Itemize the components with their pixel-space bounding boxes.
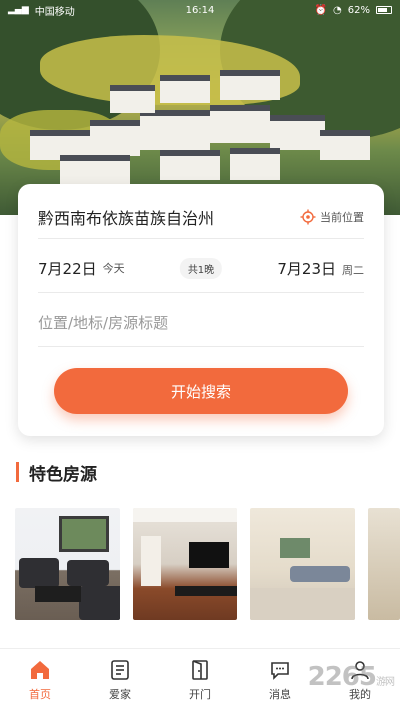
listing-thumbnail[interactable] bbox=[367, 508, 400, 620]
search-card: 黔西南布依族苗族自治州 当前位置 7月22日 今天 共1晚 7月23日 周二 开… bbox=[18, 184, 384, 436]
status-bar: ▂▄▆ 中国移动 16:14 ⏰ ◔ 62% bbox=[0, 0, 400, 20]
check-out-day: 周二 bbox=[342, 263, 364, 277]
home-icon bbox=[31, 661, 49, 679]
nav-home[interactable]: 首页 bbox=[0, 649, 80, 711]
nav-label: 开门 bbox=[189, 688, 211, 701]
nav-favorites[interactable]: 爱家 bbox=[80, 649, 160, 711]
door-icon bbox=[192, 660, 208, 680]
clock: 16:14 bbox=[185, 4, 215, 16]
listing-thumbnail[interactable] bbox=[132, 508, 238, 620]
listing-thumbnail[interactable] bbox=[250, 508, 355, 620]
locate-target-icon bbox=[300, 209, 316, 225]
current-location-button[interactable]: 当前位置 bbox=[300, 209, 364, 225]
nav-open-door[interactable]: 开门 bbox=[160, 649, 240, 711]
featured-section-header: 特色房源 bbox=[16, 460, 97, 485]
document-icon bbox=[111, 660, 129, 680]
date-range-picker[interactable]: 7月22日 今天 共1晚 7月23日 周二 bbox=[38, 254, 364, 282]
divider bbox=[38, 292, 364, 293]
watermark-suffix: 游网 bbox=[376, 677, 395, 688]
destination-city[interactable]: 黔西南布依族苗族自治州 bbox=[38, 205, 214, 229]
section-title: 特色房源 bbox=[29, 464, 97, 485]
divider bbox=[38, 238, 364, 239]
watermark-text: 2265 bbox=[307, 662, 377, 692]
search-input[interactable] bbox=[38, 308, 354, 338]
nights-badge: 共1晚 bbox=[179, 257, 223, 279]
chat-icon bbox=[271, 662, 289, 680]
check-in-date[interactable]: 7月22日 bbox=[38, 258, 97, 279]
nav-label: 首页 bbox=[29, 688, 51, 701]
current-location-label: 当前位置 bbox=[320, 211, 364, 224]
check-out-date[interactable]: 7月23日 bbox=[277, 258, 336, 279]
featured-listings bbox=[15, 508, 400, 620]
nav-label: 爱家 bbox=[109, 688, 131, 701]
listing-thumbnail[interactable] bbox=[15, 508, 120, 620]
divider bbox=[38, 346, 364, 347]
hero-banner-image bbox=[0, 0, 400, 215]
site-watermark: 2265游网 bbox=[307, 662, 395, 692]
check-in-day: 今天 bbox=[102, 262, 125, 275]
nav-label: 消息 bbox=[269, 688, 291, 701]
start-search-button[interactable]: 开始搜索 bbox=[54, 368, 348, 414]
section-accent-bar bbox=[16, 462, 19, 482]
battery-icon bbox=[376, 6, 392, 14]
